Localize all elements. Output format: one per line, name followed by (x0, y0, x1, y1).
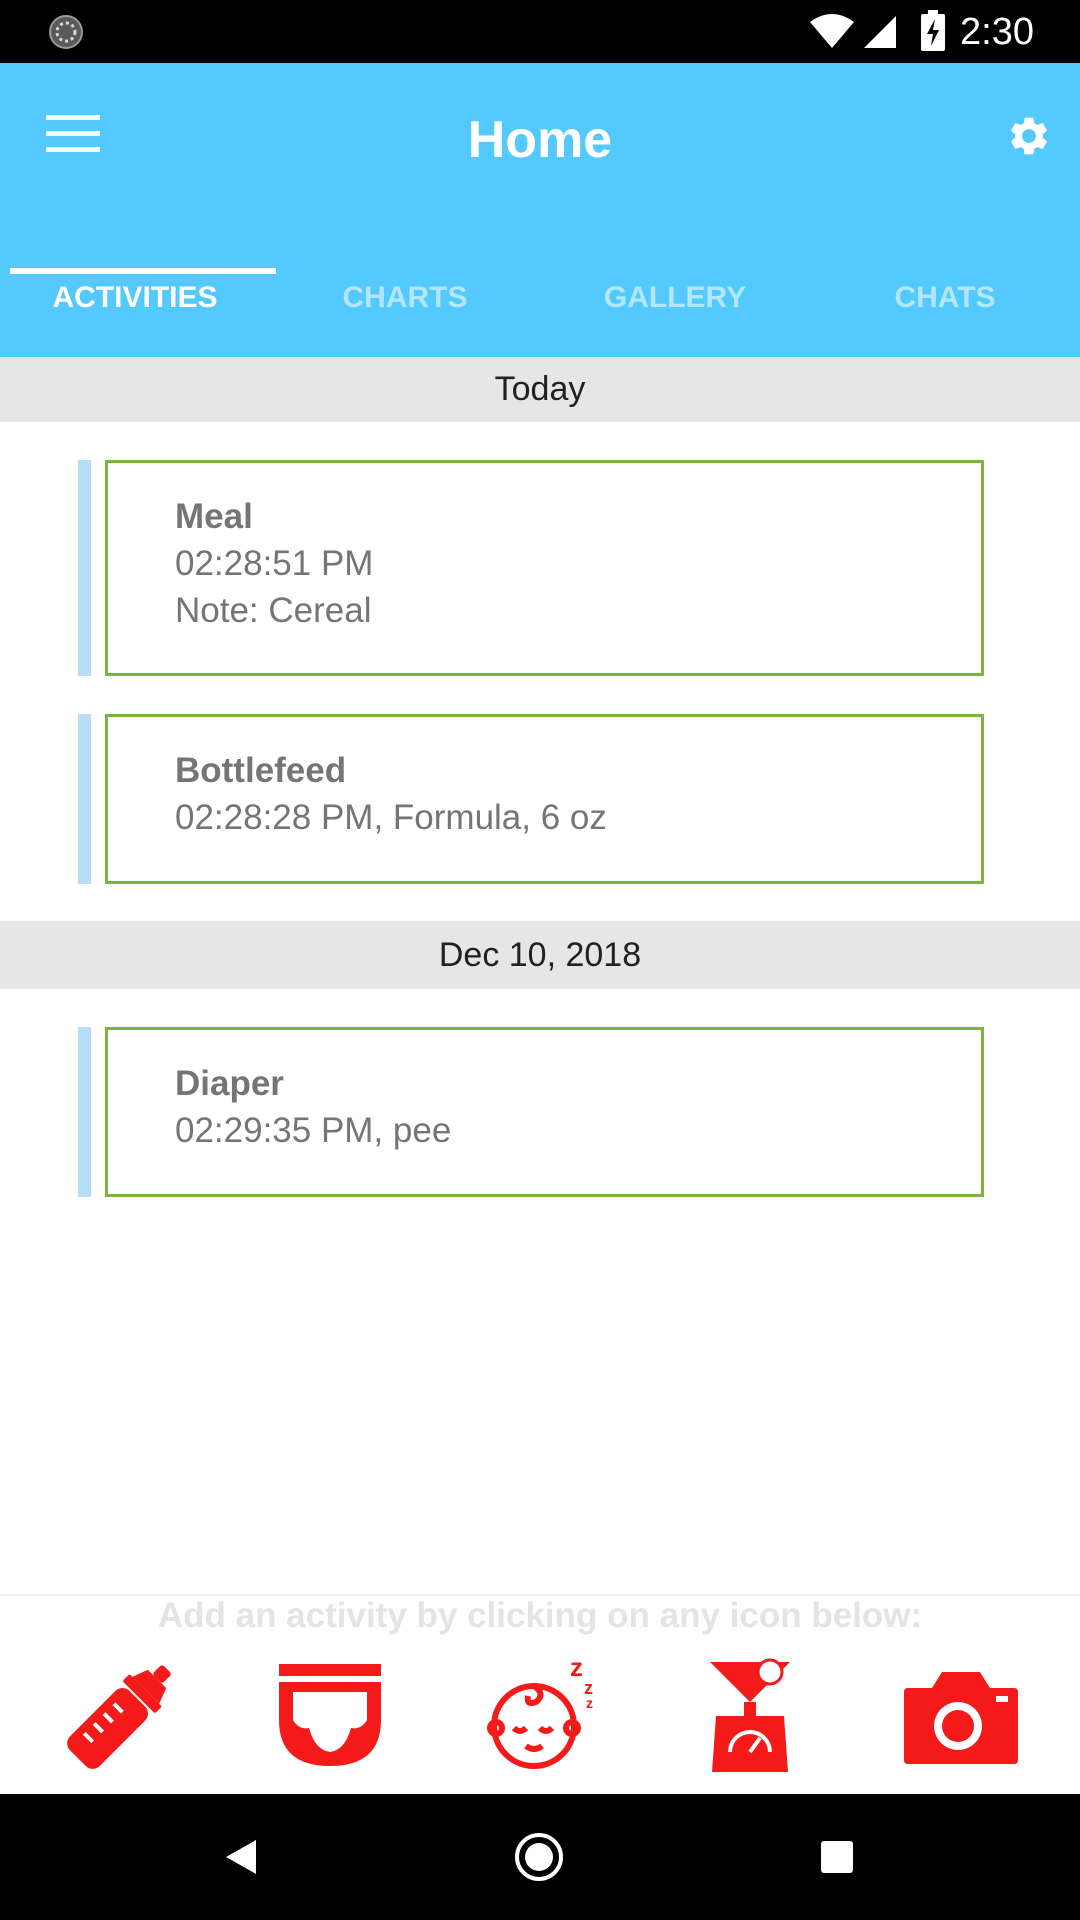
card-accent-bar (78, 1027, 91, 1197)
activity-details: 02:28:28 PM, Formula, 6 oz (175, 798, 607, 837)
active-tab-indicator (10, 268, 276, 274)
sleeping-baby-icon[interactable]: z z z (476, 1650, 606, 1780)
navigation-bar (0, 1794, 1080, 1920)
status-bar: 2:30 (0, 0, 1080, 63)
tab-chats[interactable]: CHATS (810, 253, 1080, 357)
tab-gallery[interactable]: GALLERY (540, 253, 810, 357)
activity-title: Diaper (175, 1064, 284, 1103)
status-time: 2:30 (960, 11, 1034, 53)
activity-card[interactable]: Bottlefeed 02:28:28 PM, Formula, 6 oz (105, 714, 984, 884)
home-icon[interactable] (514, 1832, 564, 1882)
baby-bottle-icon[interactable] (56, 1650, 186, 1780)
activity-entry-meal: Meal 02:28:51 PM Note: Cereal (78, 460, 984, 676)
activity-details: 02:29:35 PM, pee (175, 1111, 452, 1150)
loading-spinner-icon (49, 15, 83, 49)
app-bar: Home ACTIVITIES CHARTS GALLERY CHATS (0, 63, 1080, 357)
signal-icon (864, 16, 896, 48)
card-accent-bar (78, 714, 91, 884)
wifi-icon (810, 14, 854, 48)
activity-card[interactable]: Meal 02:28:51 PM Note: Cereal (105, 460, 984, 676)
activity-time: 02:28:51 PM (175, 544, 374, 583)
activity-title: Bottlefeed (175, 751, 347, 790)
activity-card[interactable]: Diaper 02:29:35 PM, pee (105, 1027, 984, 1197)
tab-charts[interactable]: CHARTS (270, 253, 540, 357)
gear-icon[interactable] (1006, 113, 1052, 159)
weight-scale-icon[interactable] (686, 1650, 816, 1780)
section-header-dec-10-2018: Dec 10, 2018 (0, 921, 1080, 989)
svg-text:z: z (586, 1695, 593, 1711)
page-title: Home (467, 111, 613, 169)
diaper-icon[interactable] (265, 1650, 395, 1780)
recents-icon[interactable] (820, 1840, 854, 1874)
svg-text:z: z (570, 1652, 583, 1682)
camera-icon[interactable] (896, 1650, 1026, 1780)
section-header-today: Today (0, 357, 1080, 422)
add-activity-hint: Add an activity by clicking on any icon … (157, 1596, 923, 1635)
activity-title: Meal (175, 497, 253, 536)
activity-entry-bottlefeed: Bottlefeed 02:28:28 PM, Formula, 6 oz (78, 714, 984, 884)
activity-note: Note: Cereal (175, 591, 372, 630)
back-icon[interactable] (224, 1838, 258, 1876)
battery-charging-icon (921, 10, 945, 51)
activity-entry-diaper: Diaper 02:29:35 PM, pee (78, 1027, 984, 1197)
card-accent-bar (78, 460, 91, 676)
